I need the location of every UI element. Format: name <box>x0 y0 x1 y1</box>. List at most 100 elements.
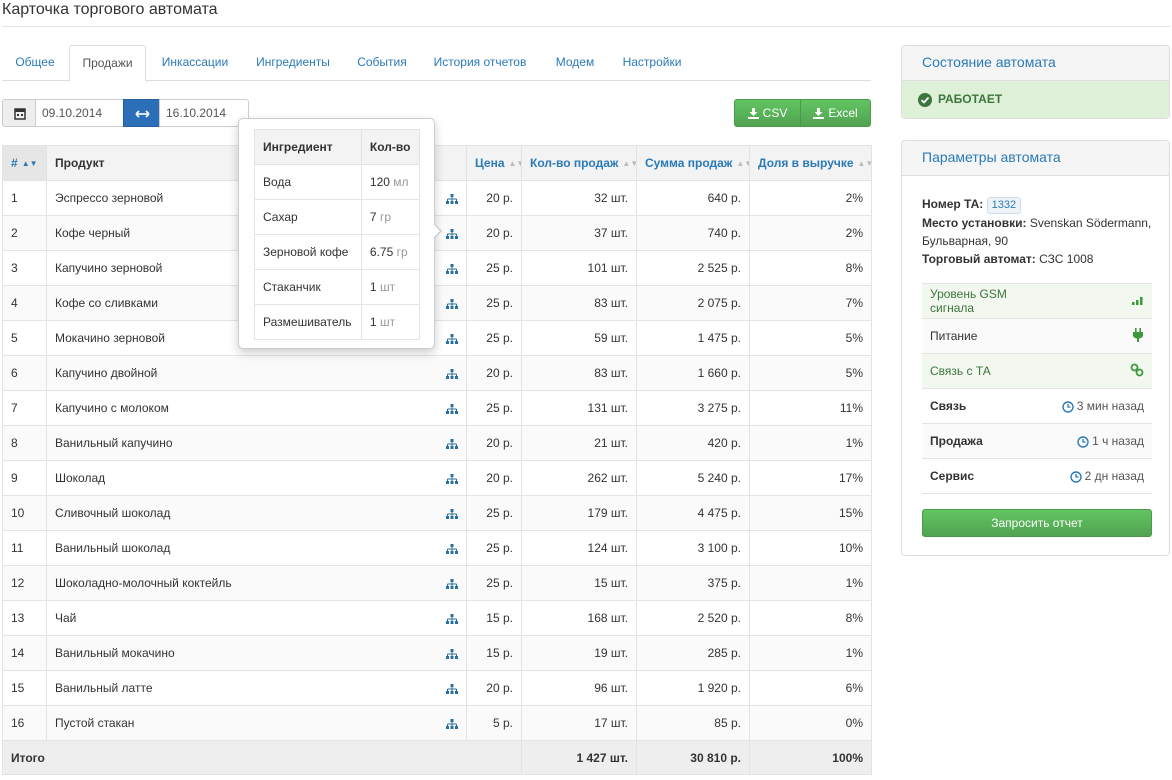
row-number: 12 <box>2 565 47 601</box>
share-cell: 1% <box>749 635 872 671</box>
recipe-icon[interactable] <box>446 367 458 381</box>
share-cell: 1% <box>749 565 872 601</box>
tab-settings[interactable]: Настройки <box>610 45 694 81</box>
recipe-icon[interactable] <box>446 717 458 731</box>
recipe-icon[interactable] <box>446 507 458 521</box>
recipe-icon[interactable] <box>446 437 458 451</box>
date-to-input[interactable] <box>159 99 249 127</box>
recipe-icon[interactable] <box>446 472 458 486</box>
table-row: 16 Пустой стакан 5 р. 17 шт. 85 р. 0% <box>2 705 872 741</box>
product-cell: Капучино с молоком <box>46 390 467 426</box>
sum-cell: 375 р. <box>636 565 750 601</box>
download-icon <box>813 108 825 120</box>
machine-info: Номер ТА: 1332 Место установки: Svenskan… <box>922 195 1162 268</box>
share-cell: 6% <box>749 670 872 706</box>
calendar-button[interactable] <box>2 99 36 127</box>
ingredient-col-header: Ингредиент <box>254 129 362 165</box>
qty-cell: 262 шт. <box>521 460 637 496</box>
price-cell: 25 р. <box>466 495 522 531</box>
tab-report-history[interactable]: История отчетов <box>420 45 540 81</box>
row-number: 13 <box>2 600 47 636</box>
qty-cell: 101 шт. <box>521 250 637 286</box>
row-number: 14 <box>2 635 47 671</box>
sort-desc-icon: ▲▼ <box>21 159 38 169</box>
tab-events[interactable]: События <box>344 45 420 81</box>
ta-number-badge[interactable]: 1332 <box>986 197 1022 214</box>
col-qty-header[interactable]: Кол-во продаж▲▼ <box>521 145 637 181</box>
col-sum-header[interactable]: Сумма продаж▲▼ <box>636 145 750 181</box>
price-cell: 20 р. <box>466 425 522 461</box>
sum-cell: 5 240 р. <box>636 460 750 496</box>
share-cell: 5% <box>749 320 872 356</box>
table-row: 15 Ванильный латте 20 р. 96 шт. 1 920 р. 6% <box>2 670 872 706</box>
total-label: Итого <box>2 740 522 775</box>
product-name: Ванильный шоколад <box>55 541 171 555</box>
table-row: 1 Эспрессо зерновой 20 р. 32 шт. 640 р. 2% <box>2 180 872 216</box>
share-cell: 15% <box>749 495 872 531</box>
recipe-icon[interactable] <box>446 577 458 591</box>
recipe-icon[interactable] <box>446 297 458 311</box>
table-row: 9 Шоколад 20 р. 262 шт. 5 240 р. 17% <box>2 460 872 496</box>
product-cell: Капучино двойной <box>46 355 467 391</box>
ingredient-row: Стаканчик 1 шт <box>254 269 421 305</box>
recipe-icon[interactable] <box>446 262 458 276</box>
share-cell: 8% <box>749 250 872 286</box>
price-cell: 25 р. <box>466 320 522 356</box>
recipe-icon[interactable] <box>446 612 458 626</box>
ingredient-name: Стаканчик <box>254 269 362 305</box>
product-name: Капучино с молоком <box>55 401 169 415</box>
recipe-icon[interactable] <box>446 332 458 346</box>
sort-icon: ▲▼ <box>736 159 748 169</box>
recipe-icon[interactable] <box>446 647 458 661</box>
status-panel-title: Состояние автомата <box>902 46 1169 81</box>
recipe-icon[interactable] <box>446 227 458 241</box>
share-cell: 1% <box>749 425 872 461</box>
price-cell: 25 р. <box>466 390 522 426</box>
tab-general[interactable]: Общее <box>2 45 68 81</box>
recipe-icon[interactable] <box>446 402 458 416</box>
tab-ingredients[interactable]: Ингредиенты <box>242 45 344 81</box>
recipe-icon[interactable] <box>446 542 458 556</box>
recipe-icon[interactable] <box>446 192 458 206</box>
clock-icon <box>1077 436 1089 448</box>
product-cell: Ванильный латте <box>46 670 467 706</box>
ingredient-amount: 6.75 гр <box>360 234 421 270</box>
product-cell: Ванильный капучино <box>46 425 467 461</box>
product-name: Шоколадно-молочный коктейль <box>55 576 232 590</box>
col-number-header[interactable]: # ▲▼ <box>2 145 47 181</box>
price-cell: 20 р. <box>466 670 522 706</box>
tab-collections[interactable]: Инкассации <box>148 45 242 81</box>
request-report-button[interactable]: Запросить отчет <box>922 509 1152 537</box>
tab-sales[interactable]: Продажи <box>69 45 146 82</box>
product-name: Пустой стакан <box>55 716 135 730</box>
price-cell: 20 р. <box>466 460 522 496</box>
export-excel-button[interactable]: Excel <box>800 99 871 127</box>
qty-cell: 83 шт. <box>521 285 637 321</box>
product-name: Шоколад <box>55 471 106 485</box>
tab-modem[interactable]: Модем <box>540 45 610 81</box>
qty-cell: 83 шт. <box>521 355 637 391</box>
product-cell: Сливочный шоколад <box>46 495 467 531</box>
ingredient-row: Зерновой кофе 6.75 гр <box>254 234 421 270</box>
table-header-row: #▲▼ Продукт Цена▲▼ Кол-во продаж▲▼ Сумма… <box>2 145 872 181</box>
table-row: 3 Капучино зерновой 25 р. 101 шт. 2 525 р. 8% <box>2 250 872 286</box>
recipe-icon[interactable] <box>446 682 458 696</box>
status-panel: Состояние автомата РАБОТАЕТ <box>901 45 1170 119</box>
sum-cell: 4 475 р. <box>636 495 750 531</box>
export-csv-button[interactable]: CSV <box>734 99 801 127</box>
ingredients-header-row: Ингредиент Кол-во <box>254 129 421 165</box>
col-price-header[interactable]: Цена▲▼ <box>466 145 522 181</box>
ingredient-name: Зерновой кофе <box>254 234 362 270</box>
date-from-input[interactable] <box>35 99 124 127</box>
sort-icon: ▲▼ <box>857 159 871 169</box>
sum-cell: 1 475 р. <box>636 320 750 356</box>
sum-cell: 285 р. <box>636 635 750 671</box>
col-share-header[interactable]: Доля в выручке▲▼ <box>749 145 872 181</box>
qty-cell: 32 шт. <box>521 180 637 216</box>
swap-dates-button[interactable] <box>123 99 160 127</box>
share-cell: 10% <box>749 530 872 566</box>
link-icon <box>1130 363 1144 376</box>
sort-icon: ▲▼ <box>622 159 635 169</box>
qty-cell: 17 шт. <box>521 705 637 741</box>
plug-icon <box>1133 327 1143 342</box>
